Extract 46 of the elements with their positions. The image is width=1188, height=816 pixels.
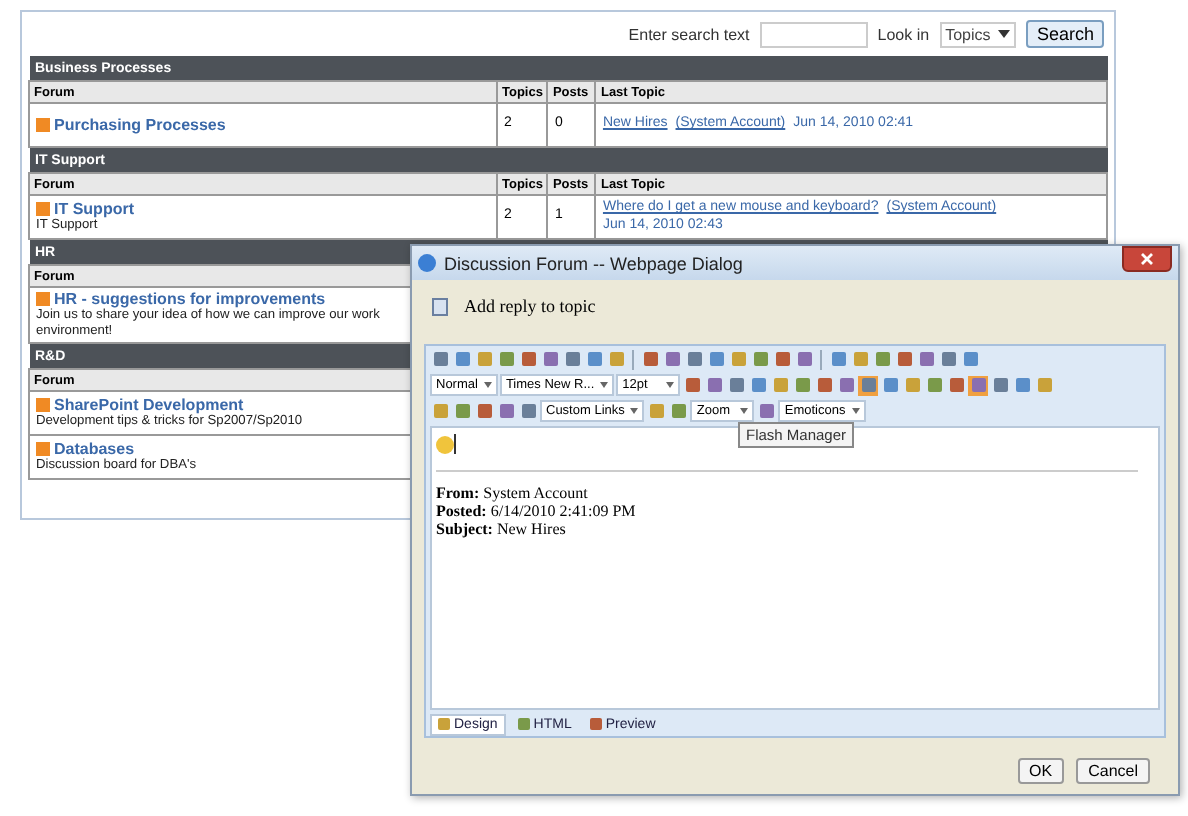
rss-icon bbox=[36, 442, 50, 457]
close-button[interactable] bbox=[1122, 246, 1172, 272]
toolbar-icon[interactable] bbox=[748, 375, 769, 395]
look-in-dropdown[interactable]: Topics bbox=[939, 21, 1017, 47]
message-line: Subject: New Hires bbox=[436, 520, 568, 538]
toolbar-icon[interactable] bbox=[704, 375, 725, 395]
text-cursor bbox=[454, 434, 456, 454]
rss-icon bbox=[36, 118, 50, 132]
forum-link[interactable]: HR - suggestions for improvements bbox=[54, 290, 326, 309]
toolbar-icon[interactable] bbox=[924, 375, 945, 395]
toolbar-icon[interactable] bbox=[880, 375, 901, 395]
browser-icon bbox=[418, 254, 436, 272]
document-icon bbox=[432, 297, 448, 315]
toolbar-icon[interactable] bbox=[814, 375, 835, 395]
forum-link[interactable]: SharePoint Development bbox=[54, 395, 244, 415]
toolbar-icon[interactable] bbox=[756, 401, 777, 421]
forum-link[interactable]: Purchasing Processes bbox=[54, 115, 226, 135]
message-line: From: System Account bbox=[436, 484, 590, 502]
rss-icon bbox=[36, 202, 50, 217]
toolbar-icon[interactable] bbox=[1012, 375, 1033, 395]
toolbar-icon[interactable] bbox=[968, 375, 989, 395]
dialog-heading: Add reply to topic bbox=[464, 296, 596, 316]
forum-link[interactable]: IT Support bbox=[54, 199, 134, 219]
forum-link[interactable]: Databases bbox=[54, 439, 135, 459]
toolbar-icon[interactable] bbox=[902, 375, 923, 395]
toolbar-icon[interactable] bbox=[836, 375, 857, 395]
rss-icon bbox=[36, 398, 50, 413]
toolbar-icon[interactable] bbox=[990, 375, 1011, 395]
close-icon bbox=[1140, 252, 1154, 266]
toolbar-icon[interactable] bbox=[726, 375, 747, 395]
toolbar-icon[interactable] bbox=[792, 375, 813, 395]
dialog-button[interactable]: OK bbox=[1017, 758, 1065, 784]
search-button[interactable]: Search bbox=[1026, 20, 1104, 48]
toolbar-icon[interactable] bbox=[682, 375, 703, 395]
dialog-button[interactable]: Cancel bbox=[1076, 758, 1150, 784]
toolbar-icon[interactable] bbox=[770, 375, 791, 395]
toolbar-icon[interactable] bbox=[946, 375, 967, 395]
message-line: Posted: 6/14/2010 2:41:09 PM bbox=[436, 502, 638, 520]
look-in-label: Look in bbox=[877, 25, 930, 43]
search-label: Enter search text bbox=[628, 25, 750, 43]
toolbar-icon[interactable] bbox=[1034, 375, 1055, 395]
toolbar-icon[interactable] bbox=[858, 375, 879, 395]
search-field[interactable] bbox=[759, 21, 868, 47]
toolbar-icon[interactable] bbox=[646, 401, 667, 421]
toolbar-icon[interactable] bbox=[668, 401, 689, 421]
rss-icon bbox=[36, 292, 50, 307]
